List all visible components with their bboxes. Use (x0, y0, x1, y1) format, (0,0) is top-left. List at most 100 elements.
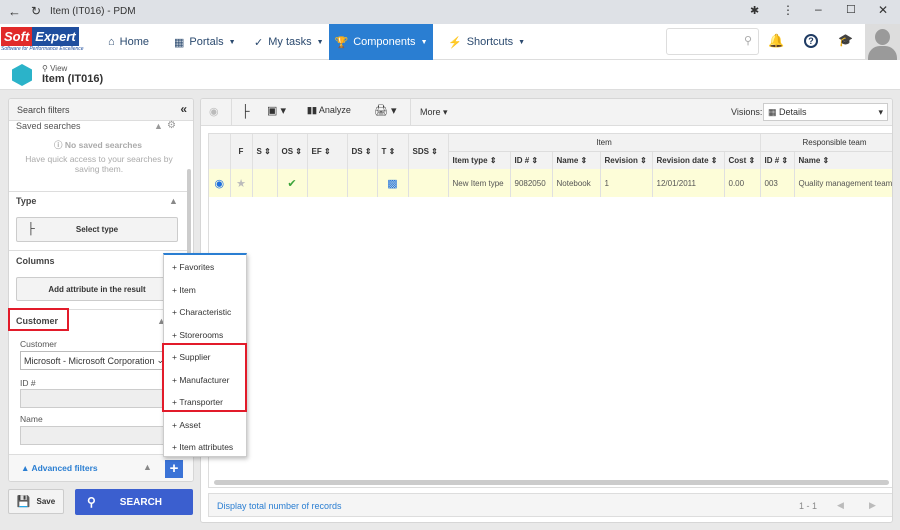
add-filter-button[interactable]: + (165, 460, 183, 478)
results-panel: ◉ ├ ▣ ▾ ▮▮ Analyze 🖨 ▾ More ▾ Visions: ▦… (200, 98, 893, 523)
highlight-customer (8, 308, 69, 331)
grid-icon: ▦ (174, 36, 185, 49)
cell-cost: 0.00 (724, 169, 761, 197)
no-saved-hint: Have quick access to your searches by sa… (25, 154, 173, 174)
cell-revision-date: 12/01/2011 (652, 169, 725, 197)
col-t[interactable]: T ⇕ (377, 134, 409, 169)
highlight-menu-items (162, 343, 247, 412)
search-button[interactable]: ⚲ SEARCH (75, 489, 193, 515)
page-header: ⚲ View Item (IT016) (0, 60, 900, 90)
col-ds[interactable]: DS ⇕ (347, 134, 378, 169)
nav-my-tasks[interactable]: ✓ My tasks ▼ (254, 24, 324, 60)
gear-icon[interactable]: ⚙ (167, 120, 176, 131)
eye-icon[interactable]: ◉ (209, 105, 219, 118)
item-icon (12, 64, 32, 86)
col-sds[interactable]: SDS ⇕ (408, 134, 449, 169)
reload-icon[interactable]: ↻ (31, 4, 41, 18)
advanced-filters-toggle[interactable]: ▲ Advanced filters (21, 463, 98, 473)
col-f[interactable]: F (230, 134, 253, 169)
prev-page-button[interactable]: ◀ (837, 500, 844, 511)
col-cost[interactable]: Cost ⇕ (724, 151, 761, 169)
menu-item-asset[interactable]: + Asset (164, 414, 246, 437)
col-s[interactable]: S ⇕ (252, 134, 278, 169)
add-attribute-button[interactable]: Add attribute in the result (16, 277, 178, 301)
avatar[interactable] (865, 24, 900, 60)
next-page-button[interactable]: ▶ (869, 500, 876, 511)
filters-header: Search filters « (9, 99, 193, 121)
global-search-input[interactable]: ⚲ (666, 28, 759, 55)
back-icon[interactable]: ← (8, 4, 21, 19)
col-os[interactable]: OS ⇕ (277, 134, 308, 169)
menu-item-favorites[interactable]: + Favorites (164, 256, 246, 279)
menu-item-characteristic[interactable]: + Characteristic (164, 301, 246, 324)
close-button[interactable]: ✕ (878, 3, 888, 17)
maximize-button[interactable]: ☐ (846, 3, 856, 16)
nav-home[interactable]: ⌂ Home (108, 24, 149, 60)
clear-icon[interactable]: ▲ (143, 462, 152, 472)
trophy-icon: 🏆 (334, 36, 349, 49)
col-revision[interactable]: Revision ⇕ (600, 151, 653, 169)
pagination-info: 1 - 1 (799, 501, 818, 511)
caret-icon: ▼ (420, 38, 428, 46)
menu-icon[interactable]: ⋮ (782, 3, 794, 17)
check-icon: ✓ (254, 36, 264, 49)
col-revision-date[interactable]: Revision date ⇕ (652, 151, 725, 169)
view-options-icon[interactable]: ▣ ▾ (267, 104, 286, 117)
nav-components[interactable]: 🏆 Components ▼ (329, 24, 433, 60)
horizontal-scrollbar[interactable] (214, 480, 889, 485)
table-row[interactable]: ◉ ★ ✔ ▩ New Item type 9082050 Notebook 1… (209, 169, 892, 197)
col-name[interactable]: Name ⇕ (552, 151, 601, 169)
col-ef[interactable]: EF ⇕ (307, 134, 348, 169)
page-title: Item (IT016) (42, 73, 104, 85)
col-team-name[interactable]: Name ⇕ (794, 151, 892, 169)
clear-icon[interactable]: ▲ (169, 196, 178, 206)
star-icon[interactable]: ★ (230, 169, 253, 197)
extensions-icon[interactable]: ✱ (750, 4, 759, 17)
clear-icon[interactable]: ▲ (154, 121, 163, 131)
search-icon: ⚲ (87, 495, 96, 509)
collapse-icon[interactable]: « (180, 102, 187, 116)
col-id[interactable]: ID # ⇕ (510, 151, 553, 169)
status-ok-icon: ✔ (277, 169, 308, 197)
group-item: Item (448, 134, 761, 152)
graduation-cap-icon[interactable]: 🎓 (838, 33, 853, 47)
select-type-button[interactable]: ├ Select type (16, 217, 178, 242)
menu-item-item-attributes[interactable]: + Item attributes (164, 436, 246, 459)
bell-icon[interactable]: 🔔 (768, 33, 784, 49)
help-icon[interactable]: ? (804, 34, 818, 48)
component-icon: ▩ (377, 169, 409, 197)
cell-team-name: Quality management team (794, 169, 892, 197)
col-team-id[interactable]: ID # ⇕ (760, 151, 795, 169)
floppy-icon: 💾 (16, 496, 31, 508)
analyze-button[interactable]: ▮▮ Analyze (307, 105, 351, 116)
name-input[interactable] (20, 426, 180, 445)
col-item-type[interactable]: Item type ⇕ (448, 151, 511, 169)
home-icon: ⌂ (108, 36, 115, 48)
results-table: F S ⇕ OS ⇕ EF ⇕ DS ⇕ T ⇕ SDS ⇕ Item Resp… (209, 134, 892, 197)
menu-item-item[interactable]: + Item (164, 279, 246, 302)
caret-icon: ▼ (228, 38, 236, 46)
group-responsible-team: Responsible team (760, 134, 892, 152)
hierarchy-icon[interactable]: ├ (241, 104, 250, 118)
cell-team-id: 003 (760, 169, 795, 197)
save-button[interactable]: 💾 Save (8, 489, 64, 514)
customer-select[interactable]: Microsoft - Microsoft Corporation ⌄ (20, 351, 167, 370)
cell-item-type: New Item type (448, 169, 511, 197)
results-grid: F S ⇕ OS ⇕ EF ⇕ DS ⇕ T ⇕ SDS ⇕ Item Resp… (208, 133, 892, 488)
print-icon[interactable]: 🖨 ▾ (374, 104, 397, 117)
softexpert-logo[interactable]: Soft Expert Software for Performance Exce… (1, 27, 91, 55)
bar-chart-icon: ▮▮ (307, 105, 317, 115)
no-saved-searches: ⓘ No saved searches (54, 140, 142, 150)
row-radio[interactable]: ◉ (209, 169, 231, 197)
display-total-link[interactable]: Display total number of records (217, 501, 342, 511)
id-input[interactable] (20, 389, 180, 408)
nav-portals[interactable]: ▦ Portals ▼ (174, 24, 236, 60)
toolbar: ◉ ├ ▣ ▾ ▮▮ Analyze 🖨 ▾ More ▾ Visions: ▦… (201, 99, 892, 126)
tree-icon: ├ (27, 223, 35, 235)
search-icon: ⚲ (743, 35, 752, 47)
nav-shortcuts[interactable]: ⚡ Shortcuts ▼ (448, 24, 525, 60)
more-button[interactable]: More ▾ (420, 107, 448, 118)
table-icon: ▦ (768, 107, 777, 117)
minimize-button[interactable]: – (815, 2, 822, 16)
visions-select[interactable]: ▦ Details ▾ (763, 103, 888, 121)
